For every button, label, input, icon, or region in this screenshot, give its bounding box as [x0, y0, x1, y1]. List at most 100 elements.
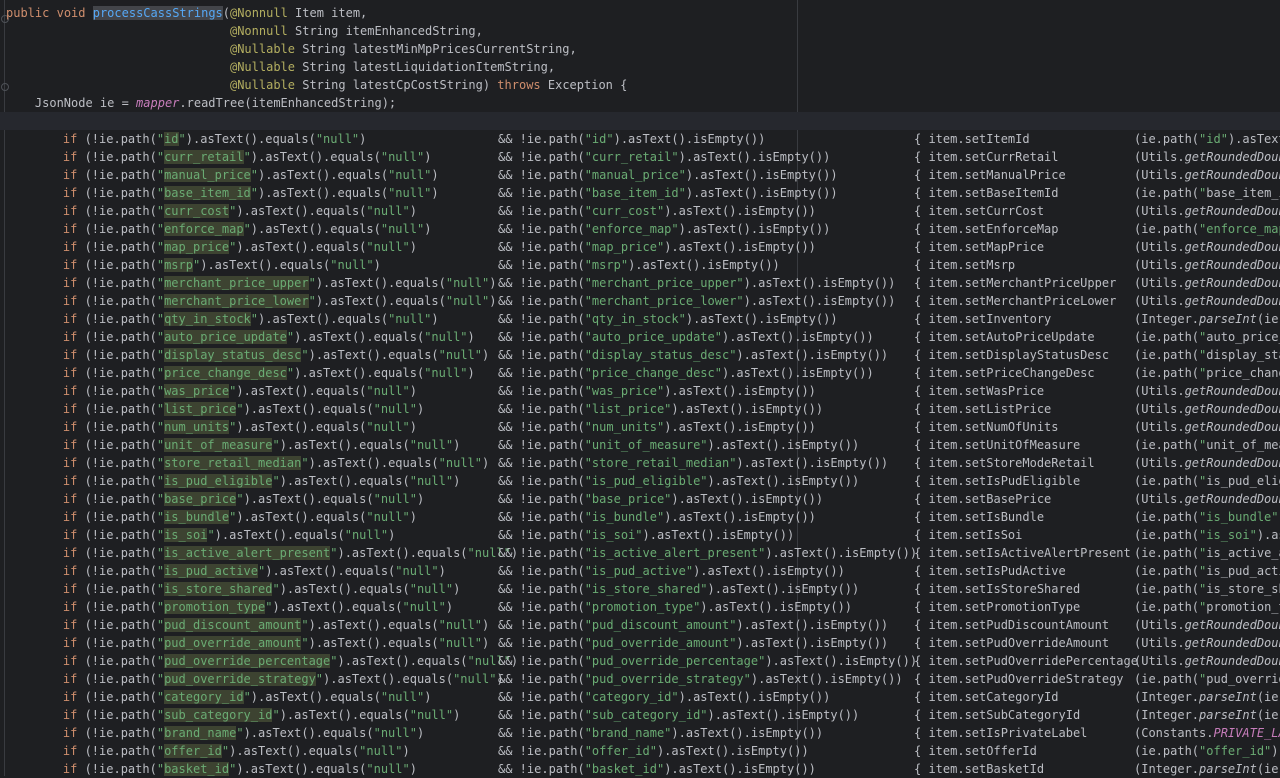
setter-argument: (Utils.getRoundedDoubl	[1134, 258, 1280, 272]
empty-check-expression: && !ie.path("display_status_desc").asTex…	[498, 348, 889, 362]
code-line: if (!ie.path("msrp").asText().equals("nu…	[0, 256, 1280, 274]
setter-argument: (Utils.getRoundedDoubl	[1134, 240, 1280, 254]
setter-argument: (ie.path("enforce_map"	[1134, 222, 1280, 236]
code-line: if (!ie.path("was_price").asText().equal…	[0, 382, 1280, 400]
setter-call: { item.setIsSoi	[914, 528, 1023, 542]
code-line: if (!ie.path("pud_override_percentage").…	[0, 652, 1280, 670]
empty-check-expression: && !ie.path("qty_in_stock").asText().isE…	[498, 312, 838, 326]
code-line: if (!ie.path("pud_discount_amount").asTe…	[0, 616, 1280, 634]
empty-check-expression: && !ie.path("category_id").asText().isEm…	[498, 690, 831, 704]
setter-call: { item.setIsActiveAlertPresent	[914, 546, 1131, 560]
null-check-expression: if (!ie.path("unit_of_measure").asText()…	[62, 438, 461, 452]
code-line: if (!ie.path("category_id").asText().equ…	[0, 688, 1280, 706]
empty-check-expression: && !ie.path("auto_price_update").asText(…	[498, 330, 874, 344]
empty-check-expression: && !ie.path("enforce_map").asText().isEm…	[498, 222, 831, 236]
null-check-expression: if (!ie.path("pud_override_amount").asTe…	[62, 636, 490, 650]
code-line: if (!ie.path("pud_override_amount").asTe…	[0, 634, 1280, 652]
code-line: if (!ie.path("map_price").asText().equal…	[0, 238, 1280, 256]
code-line: @Nullable String latestMinMpPricesCurren…	[0, 40, 1280, 58]
code-line: @Nonnull String itemEnhancedString,	[0, 22, 1280, 40]
code-editor[interactable]: public void processCassStrings(@Nonnull …	[0, 0, 1280, 776]
null-check-expression: if (!ie.path("is_soi").asText().equals("…	[62, 528, 396, 542]
setter-argument: (Utils.getRoundedDoubl	[1134, 636, 1280, 650]
null-check-expression: if (!ie.path("sub_category_id").asText()…	[62, 708, 461, 722]
setter-call: { item.setManualPrice	[914, 168, 1066, 182]
null-check-expression: if (!ie.path("price_change_desc").asText…	[62, 366, 475, 380]
empty-check-expression: && !ie.path("merchant_price_upper").asTe…	[498, 276, 896, 290]
code-line: if (!ie.path("price_change_desc").asText…	[0, 364, 1280, 382]
null-check-expression: if (!ie.path("is_active_alert_present").…	[62, 546, 519, 560]
empty-check-expression: && !ie.path("is_soi").asText().isEmpty()…	[498, 528, 795, 542]
null-check-expression: if (!ie.path("merchant_price_lower").asT…	[62, 294, 497, 308]
empty-check-expression: && !ie.path("is_pud_active").asText().is…	[498, 564, 845, 578]
current-line	[0, 112, 1280, 130]
code-line: if (!ie.path("is_store_shared").asText()…	[0, 580, 1280, 598]
code-line: if (!ie.path("basket_id").asText().equal…	[0, 760, 1280, 778]
setter-call: { item.setStoreModeRetail	[914, 456, 1095, 470]
code-line: if (!ie.path("base_price").asText().equa…	[0, 490, 1280, 508]
setter-argument: (ie.path("is_soi").as	[1134, 528, 1280, 542]
empty-check-expression: && !ie.path("basket_id").asText().isEmpt…	[498, 762, 816, 776]
null-check-expression: if (!ie.path("store_retail_median").asTe…	[62, 456, 490, 470]
setter-argument: (ie.path("promotion_ty	[1134, 600, 1280, 614]
empty-check-expression: && !ie.path("map_price").asText().isEmpt…	[498, 240, 816, 254]
setter-argument: (Constants.PRIVATE_LAB	[1134, 726, 1280, 740]
setter-argument: (Utils.getRoundedDoubl	[1134, 402, 1280, 416]
setter-argument: (ie.path("is_active_al	[1134, 546, 1280, 560]
code-line: if (!ie.path("base_item_id").asText().eq…	[0, 184, 1280, 202]
null-check-expression: if (!ie.path("display_status_desc").asTe…	[62, 348, 490, 362]
setter-argument: (ie.path("display_stat	[1134, 348, 1280, 362]
setter-call: { item.setEnforceMap	[914, 222, 1059, 236]
setter-argument: (Integer.parseInt(ie.p	[1134, 762, 1280, 776]
empty-check-expression: && !ie.path("price_change_desc").asText(…	[498, 366, 874, 380]
empty-check-expression: && !ie.path("store_retail_median").asTex…	[498, 456, 889, 470]
null-check-expression: if (!ie.path("was_price").asText().equal…	[62, 384, 417, 398]
setter-call: { item.setBaseItemId	[914, 186, 1059, 200]
setter-call: { item.setCurrCost	[914, 204, 1045, 218]
code-line: @Nullable String latestLiquidationItemSt…	[0, 58, 1280, 76]
setter-argument: (ie.path("price_change	[1134, 366, 1280, 380]
code-text: @Nullable String latestLiquidationItemSt…	[229, 60, 556, 74]
null-check-expression: if (!ie.path("num_units").asText().equal…	[62, 420, 417, 434]
code-line: if (!ie.path("merchant_price_upper").asT…	[0, 274, 1280, 292]
setter-argument: (Utils.getRoundedDoubl	[1134, 456, 1280, 470]
setter-call: { item.setOfferId	[914, 744, 1037, 758]
code-line: public void processCassStrings(@Nonnull …	[0, 4, 1280, 22]
null-check-expression: if (!ie.path("is_store_shared").asText()…	[62, 582, 461, 596]
null-check-expression: if (!ie.path("qty_in_stock").asText().eq…	[62, 312, 439, 326]
empty-check-expression: && !ie.path("curr_retail").asText().isEm…	[498, 150, 831, 164]
empty-check-expression: && !ie.path("is_store_shared").asText().…	[498, 582, 860, 596]
code-text: public void processCassStrings(@Nonnull …	[6, 6, 368, 20]
setter-argument: (ie.path("pud_override	[1134, 672, 1280, 686]
setter-call: { item.setPudOverridePercentage	[914, 654, 1138, 668]
code-line: if (!ie.path("brand_name").asText().equa…	[0, 724, 1280, 742]
code-line: if (!ie.path("display_status_desc").asTe…	[0, 346, 1280, 364]
empty-check-expression: && !ie.path("is_bundle").asText().isEmpt…	[498, 510, 816, 524]
setter-call: { item.setIsStoreShared	[914, 582, 1081, 596]
code-line: if (!ie.path("unit_of_measure").asText()…	[0, 436, 1280, 454]
empty-check-expression: && !ie.path("sub_category_id").asText().…	[498, 708, 860, 722]
empty-check-expression: && !ie.path("pud_discount_amount").asTex…	[498, 618, 889, 632]
empty-check-expression: && !ie.path("id").asText().isEmpty())	[498, 132, 766, 146]
code-line: if (!ie.path("num_units").asText().equal…	[0, 418, 1280, 436]
code-line: if (!ie.path("qty_in_stock").asText().eq…	[0, 310, 1280, 328]
empty-check-expression: && !ie.path("list_price").asText().isEmp…	[498, 402, 824, 416]
null-check-expression: if (!ie.path("basket_id").asText().equal…	[62, 762, 417, 776]
null-check-expression: if (!ie.path("map_price").asText().equal…	[62, 240, 417, 254]
null-check-expression: if (!ie.path("auto_price_update").asText…	[62, 330, 475, 344]
code-line: @Nullable String latestCpCostString) thr…	[0, 76, 1280, 94]
code-line: if (!ie.path("enforce_map").asText().equ…	[0, 220, 1280, 238]
setter-argument: (Utils.getRoundedDoubl	[1134, 168, 1280, 182]
code-line: if (!ie.path("manual_price").asText().eq…	[0, 166, 1280, 184]
setter-argument: (Integer.parseInt(ie.p	[1134, 708, 1280, 722]
setter-call: { item.setItemId	[914, 132, 1030, 146]
setter-argument: (ie.path("id").asText(	[1134, 132, 1280, 146]
empty-check-expression: && !ie.path("pud_override_percentage").a…	[498, 654, 918, 668]
empty-check-expression: && !ie.path("is_active_alert_present").a…	[498, 546, 918, 560]
null-check-expression: if (!ie.path("enforce_map").asText().equ…	[62, 222, 432, 236]
code-line: if (!ie.path("is_soi").asText().equals("…	[0, 526, 1280, 544]
code-text: @Nullable String latestCpCostString) thr…	[229, 78, 628, 92]
setter-call: { item.setInventory	[914, 312, 1052, 326]
code-line: if (!ie.path("id").asText().equals("null…	[0, 130, 1280, 148]
setter-call: { item.setPriceChangeDesc	[914, 366, 1095, 380]
